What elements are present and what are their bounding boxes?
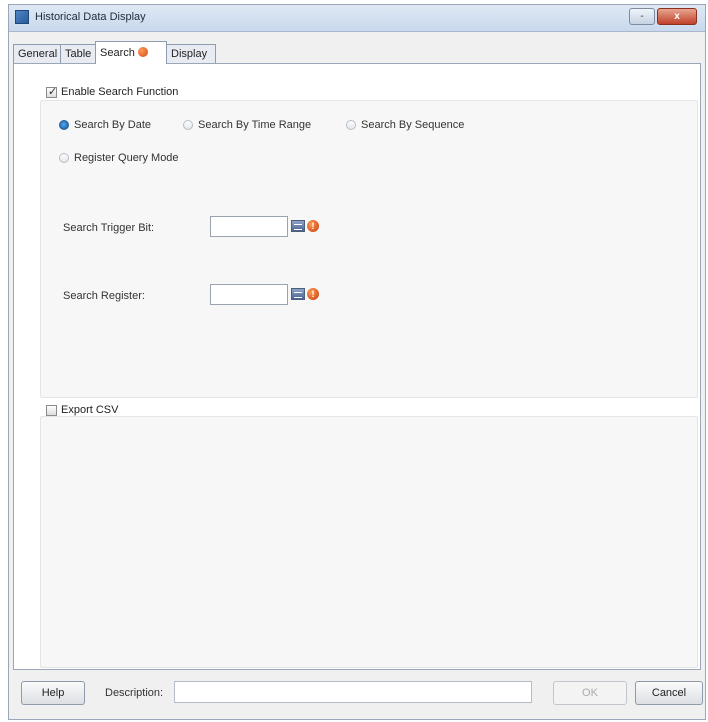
tab-table-label: Table: [65, 48, 92, 60]
radio-label: Register Query Mode: [74, 152, 179, 164]
radio-search-by-time-range[interactable]: Search By Time Range: [183, 119, 311, 131]
enable-search-label: Enable Search Function: [61, 86, 179, 98]
enable-search-row[interactable]: Enable Search Function: [46, 85, 179, 98]
tab-table[interactable]: Table: [60, 44, 96, 63]
window-title: Historical Data Display: [35, 11, 146, 23]
address-picker-icon[interactable]: [291, 220, 305, 232]
dialog-window: Historical Data Display - x General Tabl…: [8, 4, 706, 720]
cancel-button[interactable]: Cancel: [635, 681, 703, 705]
search-register-input[interactable]: [210, 284, 288, 305]
export-csv-label: Export CSV: [61, 404, 119, 416]
enable-search-checkbox[interactable]: [46, 85, 57, 98]
warning-icon: [137, 47, 148, 57]
radio-label: Search By Date: [74, 119, 152, 131]
search-options-group: Search By Date Search By Time Range Sear…: [40, 100, 698, 398]
trigger-bit-input[interactable]: [210, 216, 288, 237]
close-button[interactable]: x: [657, 8, 697, 25]
warning-icon: !: [307, 220, 319, 232]
app-icon: [15, 10, 29, 24]
restore-button[interactable]: -: [629, 8, 655, 25]
tab-search-label: Search: [100, 47, 135, 59]
radio-register-query-mode[interactable]: Register Query Mode: [59, 152, 179, 164]
trigger-bit-label: Search Trigger Bit:: [63, 222, 155, 234]
export-csv-row[interactable]: Export CSV: [46, 404, 118, 416]
tab-display[interactable]: Display: [166, 44, 216, 63]
help-button[interactable]: Help: [21, 681, 85, 705]
export-csv-checkbox[interactable]: [46, 404, 57, 416]
tab-general[interactable]: General: [13, 44, 61, 63]
title-bar: Historical Data Display - x: [9, 5, 705, 32]
search-tab-panel: Enable Search Function Search By Date Se…: [13, 63, 701, 670]
radio-search-by-sequence[interactable]: Search By Sequence: [346, 119, 464, 131]
dialog-footer: Help Description: OK Cancel: [9, 677, 705, 717]
description-label: Description:: [105, 687, 164, 699]
radio-label: Search By Sequence: [361, 119, 465, 131]
tab-display-label: Display: [171, 48, 208, 60]
radio-button[interactable]: [346, 120, 356, 130]
radio-button[interactable]: [183, 120, 193, 130]
radio-label: Search By Time Range: [198, 119, 312, 131]
radio-button[interactable]: [59, 120, 69, 130]
description-input[interactable]: [174, 681, 532, 703]
export-csv-group: [40, 416, 698, 668]
tab-search[interactable]: Search: [95, 41, 167, 64]
radio-search-by-date[interactable]: Search By Date: [59, 119, 151, 131]
search-register-label: Search Register:: [63, 290, 145, 302]
warning-icon: !: [307, 288, 319, 300]
address-picker-icon[interactable]: [291, 288, 305, 300]
ok-button[interactable]: OK: [553, 681, 627, 705]
radio-button[interactable]: [59, 153, 69, 163]
tab-general-label: General: [18, 48, 58, 60]
